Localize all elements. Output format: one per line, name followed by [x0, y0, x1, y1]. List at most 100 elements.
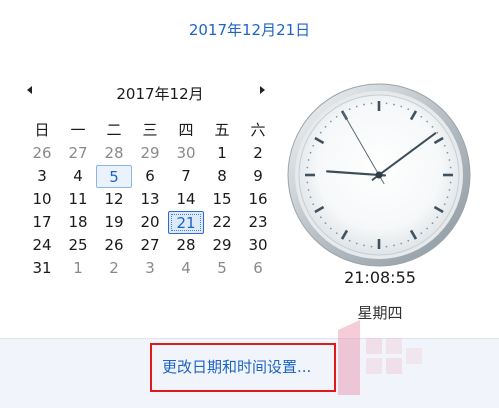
date-time-panel: 2017年12月21日 2017年12月 日一二三四五六 26 27 28 29 30 1… — [0, 0, 499, 338]
minute-tick — [355, 242, 358, 245]
calendar-day-cell[interactable]: 20 — [132, 211, 168, 234]
minute-tick — [449, 166, 452, 169]
digital-time: 21:08:55 — [344, 268, 416, 287]
minute-tick — [309, 196, 312, 199]
weekday-header-cell: 二 — [106, 121, 122, 139]
long-date-header[interactable]: 2017年12月21日 — [0, 19, 499, 40]
calendar-month-title[interactable]: 2017年12月 — [60, 83, 260, 104]
calendar-day-cell[interactable]: 4 — [60, 165, 96, 188]
minute-tick — [446, 151, 449, 154]
minute-tick — [385, 102, 388, 105]
minute-tick — [329, 227, 332, 230]
minute-tick — [400, 242, 403, 245]
calendar-day-cell[interactable]: 2 — [96, 257, 132, 280]
calendar-week-row: 3456789 — [24, 165, 276, 188]
clock-center-pin — [375, 171, 383, 179]
minute-tick — [393, 103, 395, 106]
weekday-header-cell: 六 — [250, 121, 266, 139]
calendar-day-cell[interactable]: 27 — [132, 234, 168, 257]
minute-tick — [324, 125, 327, 128]
calendar-day-cell[interactable]: 29 — [204, 234, 240, 257]
next-month-button[interactable] — [256, 82, 268, 98]
calendar-day-cell[interactable]: 1 — [204, 142, 240, 165]
minute-tick — [436, 216, 439, 219]
minute-tick — [348, 239, 351, 242]
weekday-header-cell: 五 — [214, 121, 230, 139]
minute-tick — [329, 120, 332, 123]
selected-day-cell[interactable]: 21 — [168, 211, 204, 234]
minute-tick — [426, 227, 429, 230]
minute-tick — [420, 115, 423, 118]
calendar-day-cell[interactable]: 25 — [60, 234, 96, 257]
calendar-day-cell[interactable]: 17 — [24, 211, 60, 234]
minute-tick — [385, 245, 388, 248]
minute-tick — [393, 244, 395, 247]
calendar-day-cell[interactable]: 2 — [240, 142, 276, 165]
change-date-time-settings-link[interactable]: 更改日期和时间设置... — [150, 343, 336, 392]
minute-tick — [370, 102, 373, 105]
weekday-header-cell: 日 — [34, 121, 50, 139]
calendar-day-cell[interactable]: 23 — [240, 211, 276, 234]
calendar-day-cell[interactable]: 1 — [60, 257, 96, 280]
minute-tick — [420, 232, 423, 235]
minute-tick — [431, 125, 434, 128]
minute-tick — [449, 181, 452, 184]
calendar-day-cell[interactable]: 7 — [168, 165, 204, 188]
minute-tick — [448, 189, 451, 191]
calendar-day-cell[interactable]: 16 — [240, 188, 276, 211]
minute-tick — [324, 222, 327, 225]
calendar-day-cell[interactable]: 13 — [132, 188, 168, 211]
calendar-day-cell[interactable]: 31 — [24, 257, 60, 280]
calendar-day-cell[interactable]: 3 — [24, 165, 60, 188]
minute-tick — [436, 131, 439, 134]
calendar-day-cell[interactable]: 28 — [96, 142, 132, 165]
minute-tick — [363, 244, 365, 247]
minute-tick — [309, 151, 312, 154]
calendar-week-row: 24 25 26 27 28 29 30 — [24, 234, 276, 257]
calendar-day-cell[interactable]: 26 — [24, 142, 60, 165]
calendar-day-cell[interactable]: 3 — [132, 257, 168, 280]
calendar-day-cell[interactable]: 24 — [24, 234, 60, 257]
calendar-day-cell[interactable]: 4 — [168, 257, 204, 280]
minute-tick — [370, 245, 373, 248]
minute-tick — [335, 232, 338, 235]
calendar-day-cell[interactable]: 6 — [240, 257, 276, 280]
minute-tick — [407, 239, 410, 242]
minute-tick — [355, 105, 358, 108]
minute-tick — [319, 131, 322, 134]
calendar-day-cell[interactable]: 22 — [204, 211, 240, 234]
calendar-week-row: 17 18 19 20 21 22 23 — [24, 211, 276, 234]
today-day-cell[interactable]: 5 — [96, 165, 132, 188]
minute-tick — [446, 196, 449, 199]
minute-tick — [335, 115, 338, 118]
calendar-day-cell[interactable]: 9 — [240, 165, 276, 188]
minute-tick — [307, 159, 310, 161]
triangle-left-icon — [27, 86, 32, 94]
calendar-day-cell[interactable]: 26 — [96, 234, 132, 257]
calendar-day-cell[interactable]: 18 — [60, 211, 96, 234]
minute-tick — [407, 108, 410, 111]
calendar-day-cell[interactable]: 30 — [168, 142, 204, 165]
weekday-header-cell: 三 — [142, 121, 158, 139]
calendar-day-cell[interactable]: 8 — [204, 165, 240, 188]
calendar-day-cell[interactable]: 10 — [24, 188, 60, 211]
calendar-day-cell[interactable]: 27 — [60, 142, 96, 165]
calendar-day-cell[interactable]: 11 — [60, 188, 96, 211]
weekday-header-row: 日一二三四五六 — [24, 119, 276, 142]
calendar-day-cell[interactable]: 29 — [132, 142, 168, 165]
calendar-day-cell[interactable]: 19 — [96, 211, 132, 234]
calendar-day-cell[interactable]: 30 — [240, 234, 276, 257]
minute-tick — [306, 181, 309, 184]
minute-tick — [400, 105, 403, 108]
triangle-right-icon — [260, 86, 265, 94]
calendar-day-cell[interactable]: 28 — [168, 234, 204, 257]
calendar-day-cell[interactable]: 6 — [132, 165, 168, 188]
minute-tick — [319, 216, 322, 219]
calendar-day-cell[interactable]: 12 — [96, 188, 132, 211]
weekday-header-cell: 一 — [70, 121, 86, 139]
calendar-day-cell[interactable]: 14 — [168, 188, 204, 211]
previous-month-button[interactable] — [24, 82, 36, 98]
calendar-day-cell[interactable]: 5 — [204, 257, 240, 280]
calendar-day-cell[interactable]: 15 — [204, 188, 240, 211]
weekday-header-cell: 四 — [178, 121, 194, 139]
